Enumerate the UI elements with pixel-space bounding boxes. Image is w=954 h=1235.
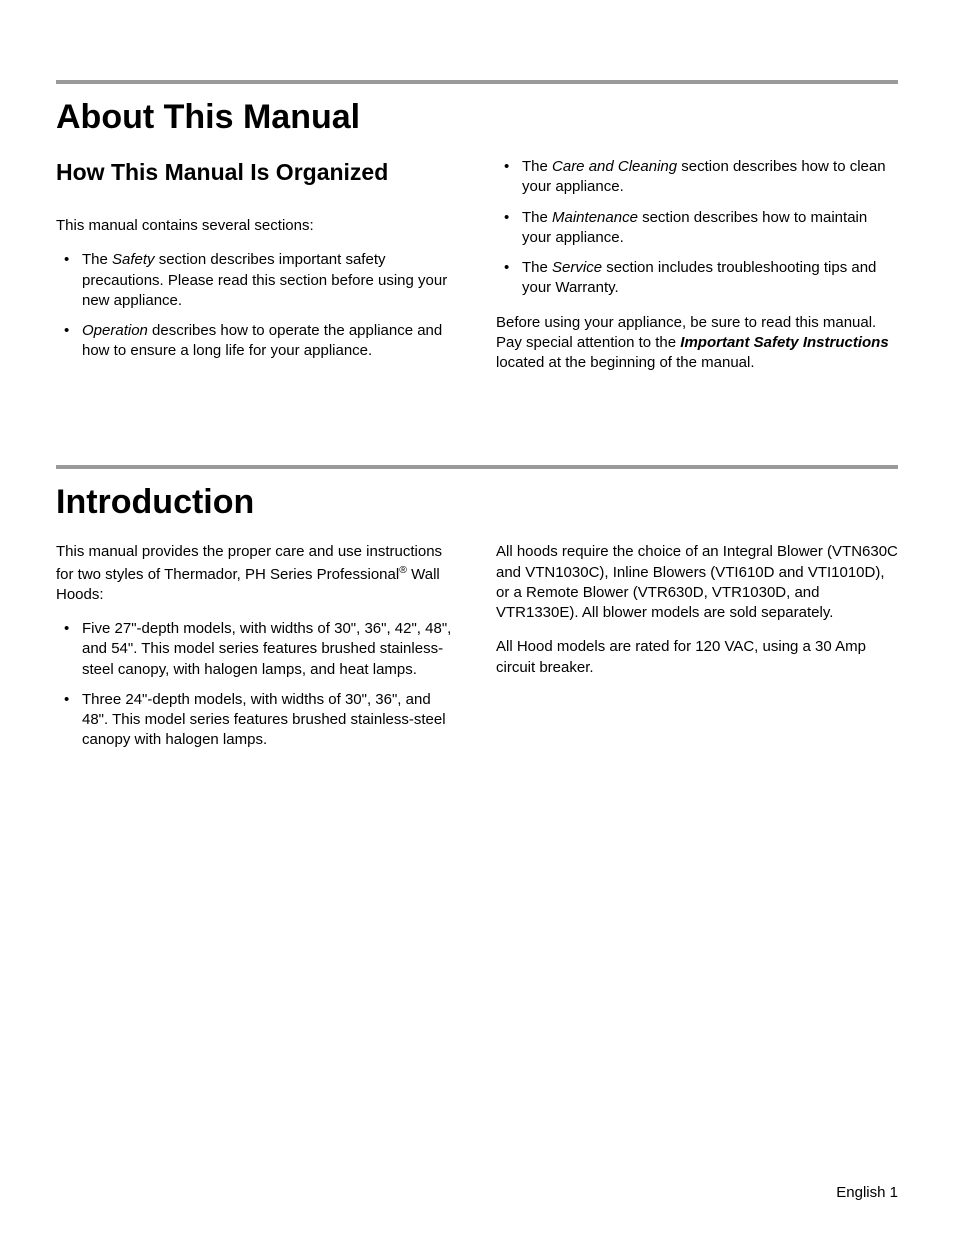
intro-columns: This manual provides the proper care and… [56,542,898,764]
intro-col-left: This manual provides the proper care and… [56,542,458,764]
section-divider [56,80,898,84]
intro-right-p1: All hoods require the choice of an Integ… [496,542,898,623]
list-item: Five 27"-depth models, with widths of 30… [56,619,458,680]
section-heading-about: About This Manual [56,98,898,137]
intro-paragraph: This manual provides the proper care and… [56,542,458,605]
about-closing: Before using your appliance, be sure to … [496,313,898,374]
list-item: Three 24"-depth models, with widths of 3… [56,690,458,751]
intro-right-p2: All Hood models are rated for 120 VAC, u… [496,637,898,678]
subheading-organized: How This Manual Is Organized [56,157,458,188]
list-item: The Service section includes troubleshoo… [496,258,898,299]
about-col-right: The Care and Cleaning section describes … [496,157,898,387]
about-col-left: How This Manual Is Organized This manual… [56,157,458,387]
list-item: The Care and Cleaning section describes … [496,157,898,198]
section-divider [56,465,898,469]
list-item: Operation describes how to operate the a… [56,321,458,362]
about-intro: This manual contains several sections: [56,216,458,236]
page-footer: English 1 [836,1184,898,1201]
list-item: The Safety section describes important s… [56,250,458,311]
about-columns: How This Manual Is Organized This manual… [56,157,898,387]
list-item: The Maintenance section describes how to… [496,208,898,249]
about-bullets-left: The Safety section describes important s… [56,250,458,361]
intro-bullets: Five 27"-depth models, with widths of 30… [56,619,458,751]
section-heading-intro: Introduction [56,483,898,522]
about-bullets-right: The Care and Cleaning section describes … [496,157,898,299]
intro-col-right: All hoods require the choice of an Integ… [496,542,898,764]
